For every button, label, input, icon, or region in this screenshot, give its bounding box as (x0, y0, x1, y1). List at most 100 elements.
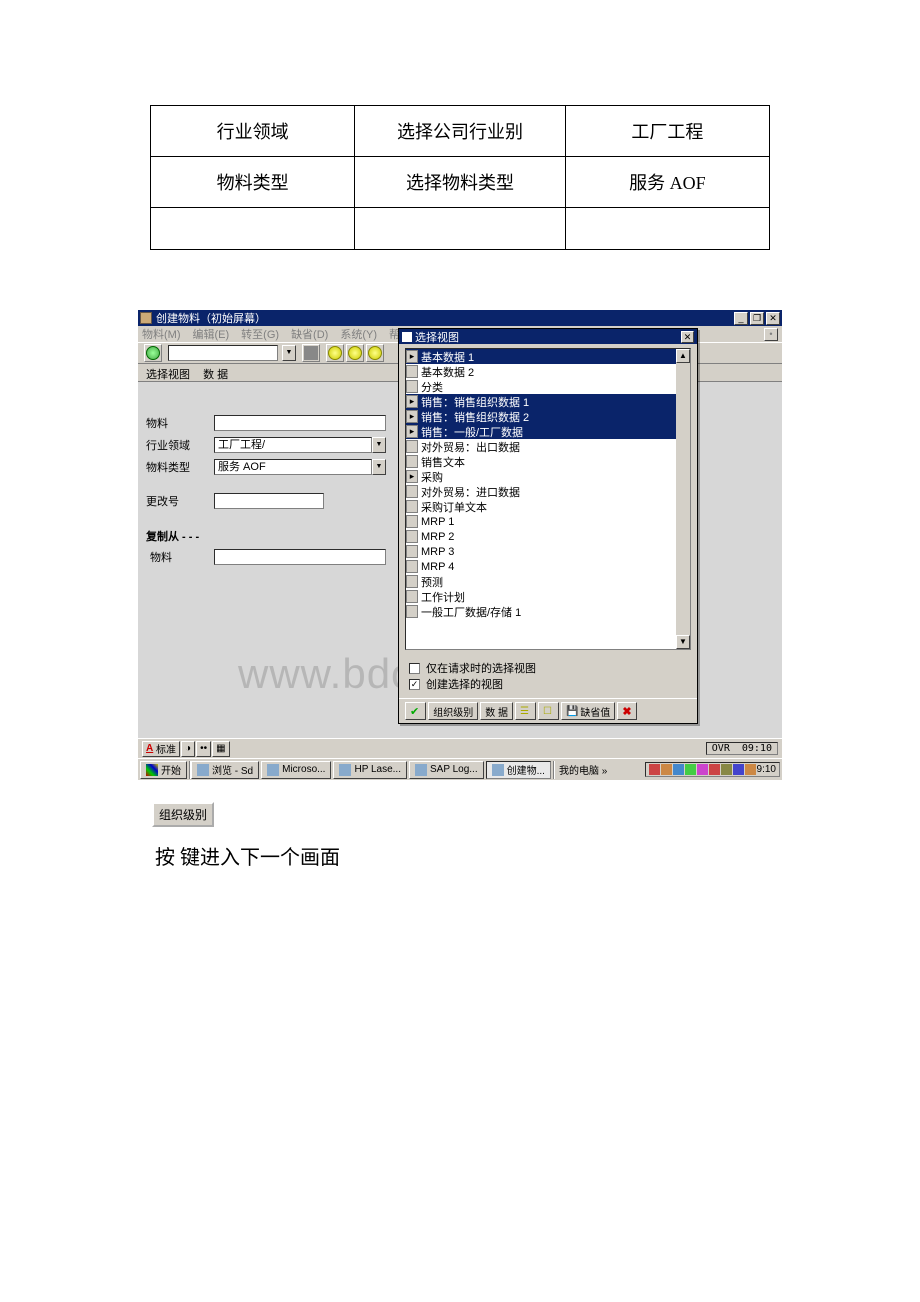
menu-default[interactable]: 缺省(D) (291, 326, 328, 342)
org-level-button[interactable]: 组织级别 (428, 702, 478, 720)
cell: 选择物料类型 (355, 157, 565, 208)
tray-icon[interactable] (661, 764, 672, 775)
view-list-item[interactable]: ▸销售：一般/工厂数据 (406, 424, 676, 439)
scrollbar[interactable]: ▲ ▼ (676, 349, 690, 649)
status-btn3[interactable]: •• (196, 741, 211, 757)
maximize-button[interactable]: ❐ (750, 312, 764, 325)
status-btn2[interactable]: ◑ (181, 741, 195, 757)
view-list-item[interactable]: MRP 2 (406, 529, 676, 544)
taskbar-item[interactable]: 创建物... (486, 761, 551, 779)
view-list-item[interactable]: 预测 (406, 574, 676, 589)
close-button[interactable]: ✕ (766, 312, 780, 325)
menu-material[interactable]: 物料(M) (142, 326, 181, 342)
cell (565, 208, 769, 250)
list-item-label: 分类 (419, 379, 443, 395)
list-item-label: MRP 3 (419, 546, 454, 558)
taskbar-item[interactable]: HP Lase... (333, 761, 407, 779)
menu-system[interactable]: 系统(Y) (340, 326, 377, 342)
dialog-icon (402, 332, 412, 342)
view-list-item[interactable]: ▸基本数据 1 (406, 349, 676, 364)
create-selected-check[interactable]: ✓ 创建选择的视图 (409, 676, 687, 692)
tray-icon[interactable] (709, 764, 720, 775)
view-list-item[interactable]: 工作计划 (406, 589, 676, 604)
deselect-all-button[interactable]: ☐ (538, 702, 559, 720)
select-all-icon: ☰ (520, 706, 529, 717)
save-button[interactable] (302, 344, 320, 362)
select-view-dialog: 选择视图 ✕ ▸基本数据 1基本数据 2分类▸销售：销售组织数据 1▸销售：销售… (398, 328, 698, 724)
tray-icon[interactable] (733, 764, 744, 775)
tray-icon[interactable] (649, 764, 660, 775)
mtype-dropdown[interactable]: ▼ (372, 459, 386, 475)
command-dropdown[interactable]: ▼ (282, 345, 296, 361)
dialog-title: 选择视图 (415, 329, 681, 345)
view-list-item[interactable]: 对外贸易：出口数据 (406, 439, 676, 454)
command-field[interactable] (168, 345, 278, 361)
cancel-button[interactable]: ✖ (617, 702, 636, 720)
only-on-request-check[interactable]: 仅在请求时的选择视图 (409, 660, 687, 676)
cancel-icon: ✖ (622, 705, 631, 718)
list-marker: ▸ (406, 350, 418, 363)
status-btn4[interactable]: ▦ (212, 741, 229, 757)
changeno-input[interactable] (214, 493, 324, 509)
view-list-item[interactable]: 采购订单文本 (406, 499, 676, 514)
data-button[interactable]: 数 据 (480, 702, 513, 720)
back-button[interactable] (326, 344, 344, 362)
view-list-item[interactable]: 一般工厂数据/存储 1 (406, 604, 676, 619)
app-icon (267, 764, 279, 776)
checkbox-icon (409, 663, 420, 674)
list-marker (406, 590, 418, 603)
mtype-input[interactable]: 服务 AOF (214, 459, 372, 475)
save-default-button[interactable]: 💾缺省值 (561, 702, 615, 720)
taskbar-item[interactable]: Microso... (261, 761, 331, 779)
industry-input[interactable]: 工厂工程/ (214, 437, 372, 453)
view-list-item[interactable]: ▸采购 (406, 469, 676, 484)
view-list-item[interactable]: ▸销售：销售组织数据 1 (406, 394, 676, 409)
dialog-close-button[interactable]: ✕ (681, 331, 694, 343)
view-list-item[interactable]: 对外贸易：进口数据 (406, 484, 676, 499)
tray-icon[interactable] (697, 764, 708, 775)
app-icon (415, 764, 427, 776)
list-item-label: 基本数据 1 (419, 349, 474, 365)
tray-icon[interactable] (685, 764, 696, 775)
tray-icon[interactable] (721, 764, 732, 775)
view-list-item[interactable]: 基本数据 2 (406, 364, 676, 379)
select-all-button[interactable]: ☰ (515, 702, 536, 720)
material-label: 物料 (146, 415, 214, 431)
copy-material-label: 物料 (146, 549, 214, 565)
menu-edit[interactable]: 编辑(E) (193, 326, 230, 342)
mycomputer-label[interactable]: 我的电脑 » (555, 762, 611, 777)
exit-button[interactable] (346, 344, 364, 362)
list-marker (406, 575, 418, 588)
tray-icon[interactable] (673, 764, 684, 775)
data-button[interactable]: 数 据 (203, 369, 228, 381)
ok-button[interactable]: ✔ (405, 702, 426, 720)
scroll-up-button[interactable]: ▲ (676, 349, 690, 363)
select-view-button[interactable]: 选择视图 (146, 369, 190, 381)
list-item-label: 采购 (419, 469, 443, 485)
cancel-button[interactable] (366, 344, 384, 362)
minimize-button[interactable]: _ (734, 312, 748, 325)
view-list-item[interactable]: 分类 (406, 379, 676, 394)
view-list-item[interactable]: 销售文本 (406, 454, 676, 469)
dialog-titlebar: 选择视图 ✕ (399, 329, 697, 344)
scroll-down-button[interactable]: ▼ (676, 635, 690, 649)
menu-goto[interactable]: 转至(G) (241, 326, 279, 342)
industry-dropdown[interactable]: ▼ (372, 437, 386, 453)
menu-extra-button[interactable]: • (764, 328, 778, 341)
start-button[interactable]: 开始 (140, 761, 187, 779)
exit-icon (348, 346, 362, 360)
list-marker (406, 440, 418, 453)
tray-icon[interactable] (745, 764, 756, 775)
material-input[interactable] (214, 415, 386, 431)
taskbar-item[interactable]: 浏览 - Sd (191, 761, 259, 779)
enter-button[interactable] (144, 344, 162, 362)
copy-material-input[interactable] (214, 549, 386, 565)
taskbar-item[interactable]: SAP Log... (409, 761, 484, 779)
view-list-item[interactable]: MRP 4 (406, 559, 676, 574)
std-button[interactable]: A 标准 (142, 741, 180, 757)
changeno-label: 更改号 (146, 493, 214, 509)
view-list-item[interactable]: ▸销售：销售组织数据 2 (406, 409, 676, 424)
view-list-item[interactable]: MRP 1 (406, 514, 676, 529)
view-list-item[interactable]: MRP 3 (406, 544, 676, 559)
check-icon: ✔ (410, 705, 419, 718)
